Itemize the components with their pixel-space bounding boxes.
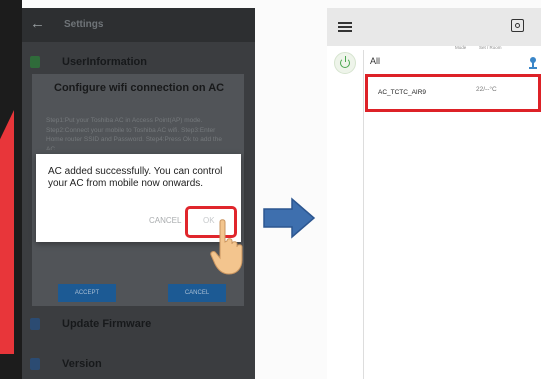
dialog-steps-text: Step1:Put your Toshiba AC in Access Poin…: [46, 117, 222, 150]
section-user-information[interactable]: UserInformation: [22, 52, 255, 74]
hamburger-menu-icon[interactable]: [338, 22, 352, 32]
network-icon: [529, 57, 537, 69]
info-icon: [30, 358, 40, 370]
info-icon: [30, 318, 40, 330]
dialog-title: Configure wifi connection on AC: [54, 82, 225, 94]
top-bar: [327, 8, 541, 46]
device-name: AC_TCTC_AIR9: [378, 89, 427, 96]
device-row[interactable]: AC_TCTC_AIR9 22/--°C: [365, 74, 541, 112]
section-update-firmware[interactable]: Update Firmware: [22, 314, 255, 336]
right-phone-screen: All Mode Set / Room AC_TCTC_AIR9 22/--°C: [327, 8, 541, 379]
group-label: All: [370, 56, 381, 66]
power-icon[interactable]: [334, 52, 356, 74]
screenshot-composite: ← Settings UserInformation Configure wif…: [0, 0, 541, 379]
app-bar-title: Settings: [64, 19, 104, 30]
device-temperature: 22/--°C: [476, 86, 497, 93]
column-header-set-room: Set / Room: [479, 45, 502, 50]
divider: [363, 50, 364, 379]
decorative-red-strip: [0, 110, 14, 354]
cancel-button[interactable]: CANCEL: [168, 284, 226, 302]
section-label: UserInformation: [62, 56, 147, 68]
left-phone-screen: ← Settings UserInformation Configure wif…: [22, 8, 255, 379]
back-arrow-icon[interactable]: ←: [30, 16, 45, 31]
dialog-message: AC added successfully. You can control y…: [48, 166, 223, 189]
section-label: Version: [62, 358, 102, 370]
arrow-right-icon: [263, 197, 316, 239]
app-bar: ← Settings: [22, 8, 255, 42]
pointing-hand-icon: [210, 219, 243, 275]
section-label: Update Firmware: [62, 318, 152, 330]
accept-button[interactable]: ACCEPT: [58, 284, 116, 302]
section-version[interactable]: Version: [22, 354, 255, 376]
user-icon: [30, 56, 40, 68]
calendar-icon[interactable]: [511, 19, 524, 32]
dialog-cancel-button[interactable]: CANCEL: [149, 216, 181, 225]
column-header-mode: Mode: [455, 45, 467, 50]
